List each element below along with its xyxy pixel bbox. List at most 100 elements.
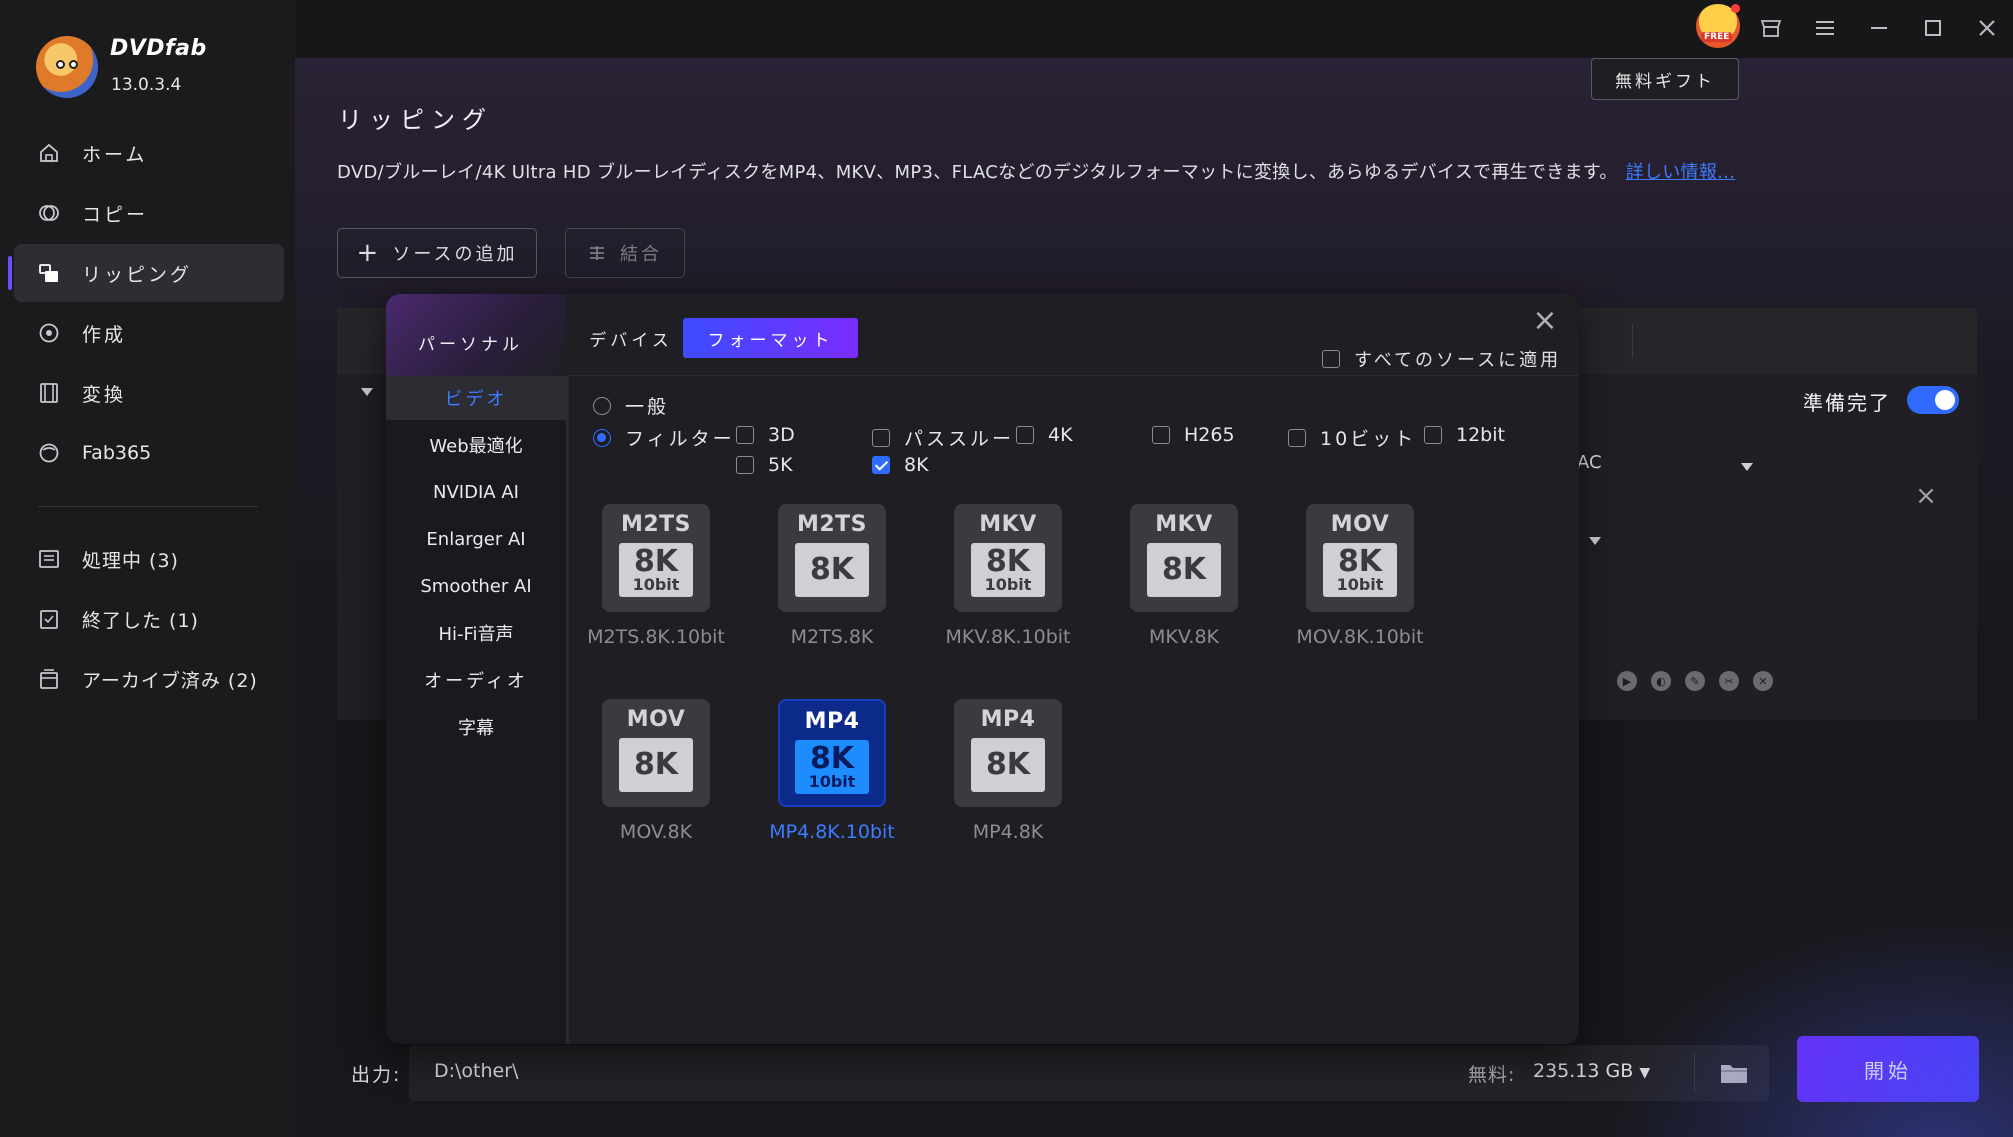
- format-bitdepth: 10bit: [632, 575, 680, 594]
- tab-device[interactable]: デバイス: [566, 318, 696, 358]
- audio-dropdown-icon[interactable]: [1741, 463, 1753, 471]
- format-label: M2TS.8K.10bit: [587, 626, 725, 648]
- category-hifi-audio[interactable]: Hi-Fi音声: [386, 611, 566, 655]
- processing-icon: [38, 548, 60, 570]
- trim-icon[interactable]: ✂: [1719, 671, 1739, 691]
- format-label: MKV.8K: [1149, 626, 1219, 648]
- format-resolution: 8K: [985, 747, 1031, 782]
- sidebar-item-label: アーカイブ済み (2): [82, 669, 258, 692]
- format-m2ts-8k[interactable]: M2TS 8K M2TS.8K: [757, 504, 907, 648]
- sidebar-item-archived[interactable]: アーカイブ済み (2): [14, 650, 284, 708]
- ready-label: 準備完了: [1803, 391, 1891, 415]
- filter-label: 8K: [904, 454, 929, 476]
- filter-h265[interactable]: H265: [1152, 424, 1235, 446]
- folder-icon[interactable]: [1715, 1054, 1753, 1092]
- filter-label: パススルー: [904, 428, 1015, 450]
- format-mkv-8k-10bit[interactable]: MKV 8K 10bit MKV.8K.10bit: [933, 504, 1083, 648]
- category-enlarger-ai[interactable]: Enlarger AI: [386, 517, 566, 561]
- output-path: D:\other\: [434, 1060, 519, 1082]
- tab-format[interactable]: フォーマット: [683, 318, 858, 358]
- edit-icon[interactable]: ✎: [1685, 671, 1705, 691]
- filter-3d[interactable]: 3D: [736, 424, 795, 446]
- sidebar-item-ripper[interactable]: リッピング: [8, 244, 284, 302]
- ready-toggle[interactable]: [1907, 386, 1959, 414]
- more-info-link[interactable]: 詳しい情報...: [1626, 162, 1736, 183]
- format-container: MKV: [979, 512, 1037, 537]
- sidebar-item-copy[interactable]: コピー: [14, 184, 284, 242]
- checkbox-icon: [1016, 426, 1034, 444]
- shop-icon[interactable]: [1756, 13, 1786, 43]
- menu-icon[interactable]: [1810, 13, 1840, 43]
- apply-all-checkbox[interactable]: すべてのソースに適用: [1322, 346, 1561, 372]
- free-space-value[interactable]: 235.13 GB ▼: [1533, 1060, 1650, 1082]
- format-resolution: 8K: [633, 747, 679, 782]
- category-subtitle[interactable]: 字幕: [386, 705, 566, 749]
- filter-4k[interactable]: 4K: [1016, 424, 1073, 446]
- sidebar-item-fab365[interactable]: Fab365: [14, 424, 284, 482]
- filter-passthrough[interactable]: パススルー: [872, 424, 1014, 451]
- format-label: MOV.8K: [619, 821, 693, 843]
- format-mp4-8k-10bit[interactable]: MP4 8K 10bit MP4.8K.10bit: [757, 699, 907, 843]
- finished-icon: [38, 608, 60, 630]
- sidebar-item-label: Fab365: [82, 442, 152, 464]
- merge-button[interactable]: 結合: [565, 228, 685, 278]
- format-m2ts-8k-10bit[interactable]: M2TS 8K 10bit M2TS.8K.10bit: [581, 504, 731, 648]
- filter-label: 4K: [1048, 424, 1073, 446]
- sidebar-item-finished[interactable]: 終了した (1): [14, 590, 284, 648]
- audio-track-select[interactable]: AC: [1577, 452, 1602, 473]
- settings-icon[interactable]: ◐: [1651, 671, 1671, 691]
- free-gift-icon[interactable]: FREE: [1696, 4, 1740, 48]
- category-smoother-ai[interactable]: Smoother AI: [386, 564, 566, 608]
- format-mov-8k-10bit[interactable]: MOV 8K 10bit MOV.8K.10bit: [1285, 504, 1435, 648]
- filter-10bit[interactable]: 10ビット: [1288, 424, 1416, 451]
- expand-arrow-icon[interactable]: [361, 388, 373, 396]
- maximize-icon[interactable]: [1918, 13, 1948, 43]
- free-space-text: 235.13 GB: [1533, 1060, 1634, 1082]
- format-tile-icon: MKV 8K: [1130, 504, 1238, 612]
- format-mp4-8k[interactable]: MP4 8K MP4.8K: [933, 699, 1083, 843]
- remove-source-icon[interactable]: ×: [1913, 483, 1939, 509]
- delete-icon[interactable]: ✕: [1753, 671, 1773, 691]
- format-label: M2TS.8K: [790, 626, 874, 648]
- free-space-label: 無料:: [1468, 1064, 1516, 1086]
- category-audio[interactable]: オーディオ: [386, 658, 566, 702]
- chevron-down-icon: ▼: [1639, 1065, 1651, 1081]
- category-video[interactable]: ビデオ: [386, 376, 566, 420]
- sidebar-item-home[interactable]: ホーム: [14, 124, 284, 182]
- minimize-icon[interactable]: [1864, 13, 1894, 43]
- format-container: MKV: [1155, 512, 1213, 537]
- format-mkv-8k[interactable]: MKV 8K MKV.8K: [1109, 504, 1259, 648]
- format-container: M2TS: [796, 512, 868, 537]
- format-mov-8k[interactable]: MOV 8K MOV.8K: [581, 699, 731, 843]
- format-tile-icon: MKV 8K 10bit: [954, 504, 1062, 612]
- checkbox-icon: [736, 426, 754, 444]
- category-web-optimized[interactable]: Web最適化: [386, 423, 566, 467]
- add-source-button[interactable]: + ソースの追加: [337, 228, 537, 278]
- filter-12bit[interactable]: 12bit: [1424, 424, 1505, 446]
- subtitle-dropdown-icon[interactable]: [1589, 537, 1601, 545]
- personal-tab[interactable]: パーソナル: [386, 294, 566, 376]
- mode-filter-label: フィルター: [625, 428, 735, 450]
- plus-icon: +: [356, 238, 379, 268]
- free-gift-button[interactable]: 無料ギフト: [1591, 58, 1739, 100]
- checkbox-checked-icon: [872, 456, 890, 474]
- format-tile-icon: M2TS 8K: [778, 504, 886, 612]
- play-icon[interactable]: ▶: [1617, 671, 1637, 691]
- merge-icon: [588, 244, 606, 262]
- checkbox-icon: [1152, 426, 1170, 444]
- sidebar-item-converter[interactable]: 変換: [14, 364, 284, 422]
- category-nvidia-ai[interactable]: NVIDIA AI: [386, 470, 566, 514]
- start-button[interactable]: 開始: [1797, 1036, 1979, 1102]
- close-window-icon[interactable]: [1972, 13, 2002, 43]
- mode-general-radio[interactable]: 一般: [593, 392, 669, 419]
- close-modal-icon[interactable]: ×: [1530, 306, 1560, 336]
- format-label: MKV.8K.10bit: [945, 626, 1071, 648]
- filter-8k[interactable]: 8K: [872, 454, 929, 476]
- mode-filter-radio[interactable]: フィルター: [593, 424, 735, 451]
- checkbox-icon: [736, 456, 754, 474]
- sidebar-item-processing[interactable]: 処理中 (3): [14, 530, 284, 588]
- filter-label: 10ビット: [1320, 428, 1417, 450]
- sidebar-item-creator[interactable]: 作成: [14, 304, 284, 362]
- profile-selector-modal: パーソナル ビデオ Web最適化 NVIDIA AI Enlarger AI S…: [386, 294, 1579, 1044]
- filter-5k[interactable]: 5K: [736, 454, 793, 476]
